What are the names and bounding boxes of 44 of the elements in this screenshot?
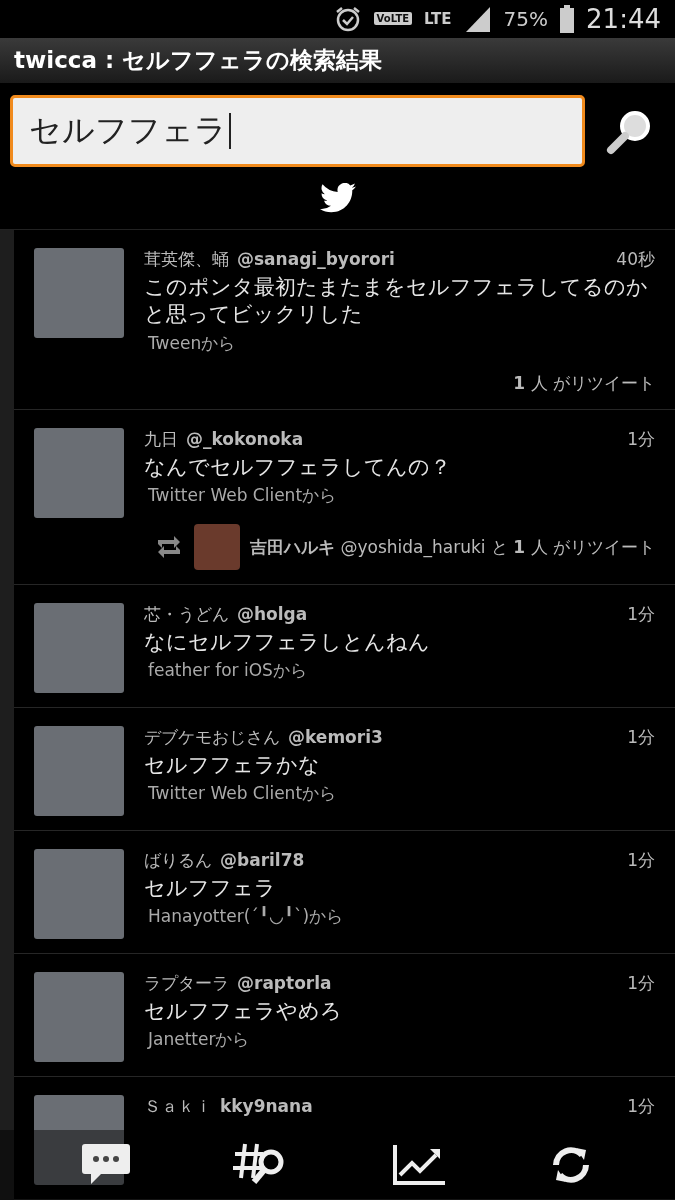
tweet-text: セルフフェラやめろ <box>144 998 343 1025</box>
user-handle: @sanagi_byorori <box>237 249 395 270</box>
tweet-text: セルフフェラかな <box>144 752 321 779</box>
tweet-time: 1分 <box>627 603 655 626</box>
battery-icon <box>560 4 575 33</box>
user-name: ばりるん <box>144 849 212 872</box>
tweet-time: 1分 <box>627 427 655 451</box>
tweet-time: 1分 <box>627 1095 655 1118</box>
user-name: デブケモおじさん <box>144 726 280 749</box>
user-handle: @holga <box>237 604 308 624</box>
tweet-text: なんでセルフフェラしてんの？ <box>144 453 452 481</box>
user-name: ラプターラ <box>144 972 229 995</box>
user-handle: @baril78 <box>220 850 305 870</box>
user-handle: kky9nana <box>220 1096 313 1116</box>
tweet-source: Tweenから <box>147 331 237 355</box>
bird-icon <box>319 183 356 214</box>
volte-indicator: VoLTE <box>373 12 413 26</box>
retweet-info: 1 人 がリツイート <box>513 371 655 395</box>
retweet-info: 吉田ハルキ @yoshida_haruki と 1 人 がリツイート <box>250 535 655 559</box>
search-field[interactable]: セルフフェラ <box>10 95 585 168</box>
tweet-time: 1分 <box>627 972 655 995</box>
user-handle: @kemori3 <box>288 727 383 747</box>
clock-time: 21:44 <box>586 3 661 34</box>
network-type: LTE <box>424 9 452 28</box>
user-name: 茸英傑、蛹 <box>144 248 229 272</box>
tweet-text: このポンタ最初たまたまをセルフフェラしてるのかと思ってビックリした <box>144 274 649 329</box>
tweet-time: 1分 <box>627 849 655 872</box>
battery-percent: 75% <box>503 6 549 31</box>
user-name: 九日 <box>144 427 178 451</box>
trend-chart-icon[interactable] <box>391 1143 446 1187</box>
user-handle: @raptorla <box>237 973 332 993</box>
tweet-source: Twitter Web Clientから <box>147 782 338 806</box>
tweet-source: Twitter Web Clientから <box>147 484 338 507</box>
tweet-text: なにセルフフェラしとんねん <box>144 629 431 656</box>
user-handle: @_kokonoka <box>186 428 304 449</box>
tweet-source: Janetterから <box>146 1028 251 1052</box>
tweet-time: 1分 <box>627 726 655 749</box>
user-name: 芯・うどん <box>144 603 229 626</box>
tweet-text: セルフフェラ <box>144 875 277 902</box>
window-title: twicca : セルフフェラの検索結果 <box>14 45 383 75</box>
tweet-time: 40秒 <box>616 248 655 272</box>
tweet-source: feather for iOSから <box>147 659 308 683</box>
user-name: Ｓａｋｉ <box>144 1095 212 1118</box>
tweet-source: Hanayotter(´╹◡╹`)から <box>147 905 345 929</box>
